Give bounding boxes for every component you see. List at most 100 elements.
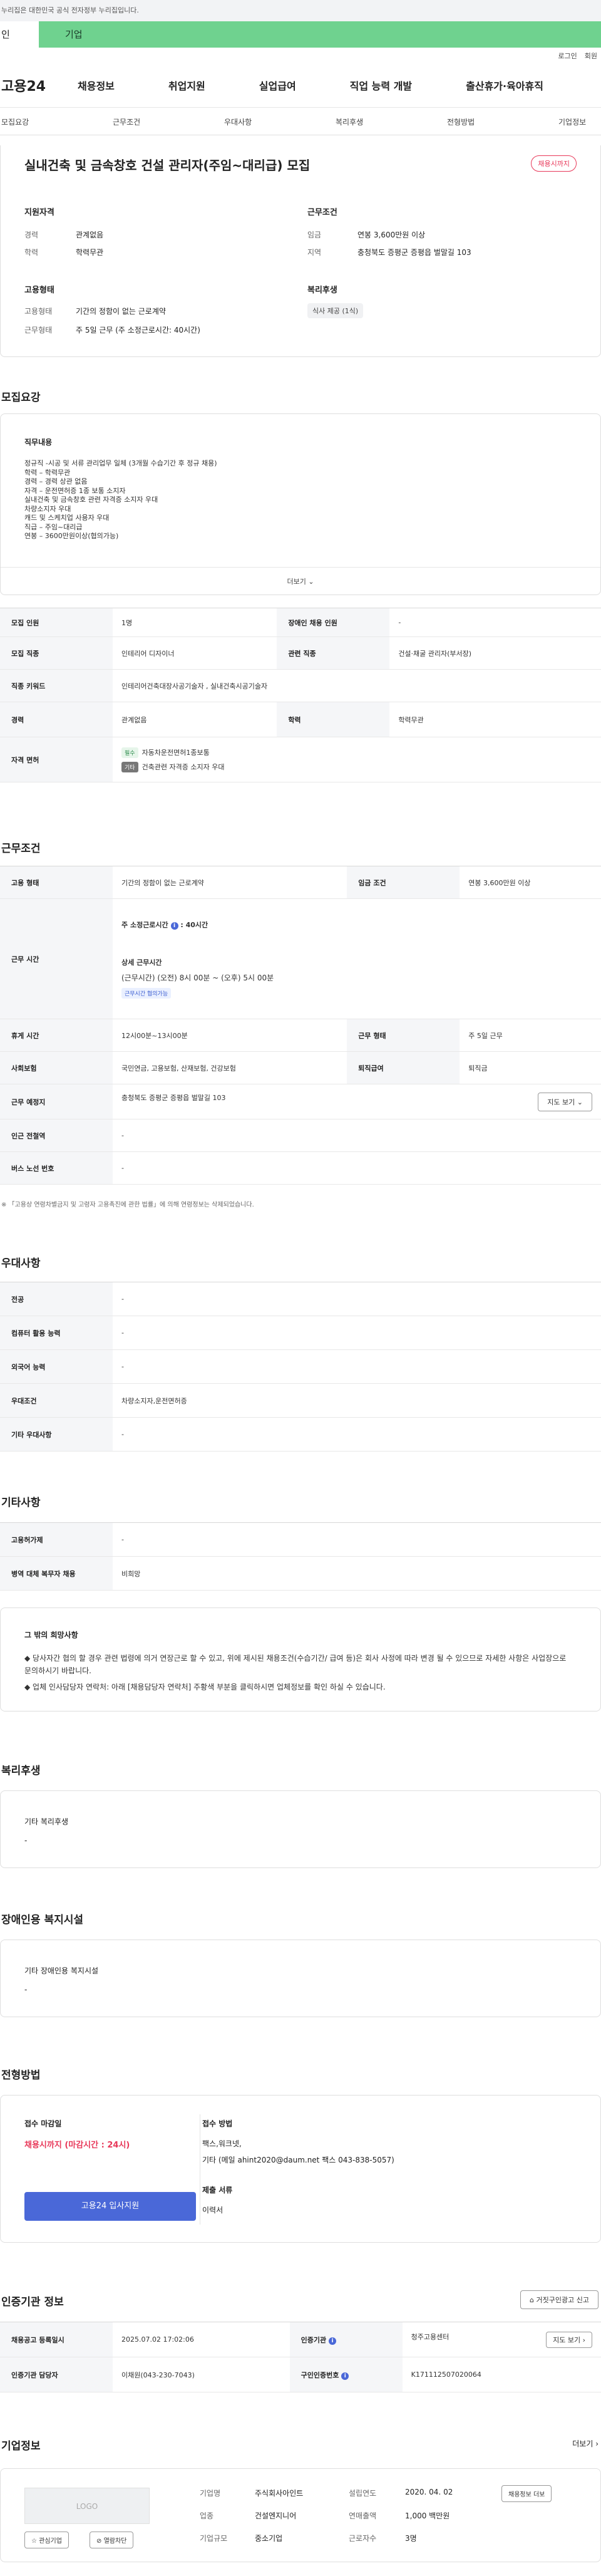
company-more-link[interactable]: 더보기 ›: [572, 2438, 598, 2449]
table-row: 외국어 능력 -: [0, 1349, 601, 1384]
row-label: 버스 노선 번호: [0, 1151, 113, 1185]
row-value: 1명: [113, 608, 277, 637]
benefit-label: 기타 복리후생: [24, 1817, 69, 1826]
join-link[interactable]: 회원: [585, 52, 597, 60]
row-label: 기타 우대사항: [0, 1417, 113, 1452]
row-value: 퇴직금: [460, 1051, 601, 1084]
map-button[interactable]: 지도 보기 ⌄: [538, 1092, 592, 1111]
emptype-value: 기간의 정함이 없는 근로계약: [76, 307, 166, 316]
job-title: 실내건축 및 금속창호 건설 관리자(주임~대리급) 모집: [24, 158, 311, 173]
site-logo[interactable]: 고용24: [0, 75, 78, 95]
row-label: 채용공고 등록일시: [0, 2322, 113, 2357]
login-link[interactable]: 로그인: [558, 52, 577, 60]
info-icon[interactable]: i: [329, 2337, 336, 2345]
row-value: 인테리어 디자이너: [113, 636, 277, 670]
row-value: 학력무관: [389, 702, 601, 737]
info-icon[interactable]: i: [170, 922, 178, 930]
agency-map-label: 지도 보기: [553, 2335, 581, 2344]
table-row: 근무 시간 주 소정근로시간 i : 40시간 상세 근무시간 (근무시간) (…: [0, 898, 601, 1019]
sales-value: 1,000 백만원: [405, 2511, 450, 2520]
docs-value: 이력서: [202, 2206, 223, 2215]
tab-preference[interactable]: 우대사항: [224, 117, 252, 127]
benefit-value: -: [24, 1836, 28, 1845]
row-value: -: [113, 1119, 601, 1152]
license-name: 자동차운전면허1종보통: [141, 748, 210, 757]
global-nav: 고용24 채용정보 취업지원 실업급여 직업 능력 개발 출산휴가·육아휴직: [0, 63, 601, 108]
row-label: 우대조건: [0, 1383, 113, 1418]
gnb-item-employment-support[interactable]: 취업지원: [168, 78, 205, 93]
etc-section: 기타사항: [0, 1493, 601, 1509]
tab-company[interactable]: 기업정보: [558, 117, 586, 127]
report-button[interactable]: ⌂ 거짓구인광고 신고: [520, 2290, 598, 2309]
row-value: -: [113, 1417, 601, 1452]
fav-company-button[interactable]: ☆ 관심기업: [24, 2532, 69, 2548]
tab-work[interactable]: 근무조건: [113, 117, 140, 127]
region-label: 지역: [307, 248, 322, 257]
row-value: -: [113, 1522, 601, 1557]
wish-line: ◆ 당사자간 협의 할 경우 관련 법령에 의거 연장근로 할 수 있고, 위에…: [24, 1654, 567, 1675]
table-row: 사회보험 국민연금, 고용보험, 산재보험, 건강보험 퇴직급여 퇴직금: [0, 1051, 601, 1084]
row-value: 비희망: [113, 1556, 601, 1591]
row-label: 휴게 시간: [0, 1019, 113, 1052]
size-value: 중소기업: [255, 2534, 283, 2543]
apply-button[interactable]: 고용24 입사지원: [24, 2192, 196, 2221]
industry-label: 업종: [200, 2511, 214, 2520]
license-label: 자격 면허: [0, 737, 113, 782]
tab-benefit[interactable]: 복리후생: [336, 117, 363, 127]
gov-notice: 누리집은 대한민국 공식 전자정부 누리집입니다.: [1, 6, 139, 14]
benefit-card: 기타 복리후생 -: [0, 1790, 601, 1868]
work-title: 근무조건: [1, 843, 41, 855]
company-more-label: 더보기: [572, 2439, 593, 2448]
agency-map-button[interactable]: 지도 보기 ›: [546, 2331, 592, 2348]
row-value: 2025.07.02 17:02:06: [113, 2322, 290, 2357]
row-value: K171112507020064: [402, 2357, 601, 2392]
more-label: 더보기: [287, 578, 306, 586]
row-label: 모집 인원: [0, 608, 113, 637]
tab-business[interactable]: 기업: [39, 21, 601, 48]
work-table: 고용 형태 기간의 정함이 없는 근로계약 임금 조건 연봉 3,600만원 이…: [0, 866, 601, 1185]
recruit-desc-card: 직무내용 정규직 -시공 및 서류 관리업무 일체 (3개월 수습기간 후 정규…: [0, 413, 601, 595]
row-value: 충청북도 증평군 증평읍 벌말길 103: [121, 1093, 226, 1102]
wage-value: 연봉 3,600만원 이상: [357, 231, 426, 239]
method-label: 접수 방법: [202, 2119, 233, 2128]
row-value: 차량소지자,운전면허증: [113, 1383, 601, 1418]
tab-recruit[interactable]: 모집요강: [1, 117, 29, 127]
pref-section: 우대사항: [0, 1254, 601, 1270]
row-label: 근무 시간: [0, 898, 113, 1019]
table-row: 근무 예정지 충청북도 증평군 증평읍 벌말길 103 지도 보기 ⌄: [0, 1084, 601, 1119]
row-label: 장애인 채용 인원: [277, 608, 390, 637]
gnb-item-parental-leave[interactable]: 출산휴가·육아휴직: [466, 78, 543, 93]
founded-value: 2020. 04. 02: [405, 2488, 453, 2496]
row-value: 건설·채굴 관리자(부서장): [389, 636, 601, 670]
chevron-down-icon: ⌄: [308, 578, 314, 586]
disabled-value: -: [24, 1985, 28, 1994]
career-value: 관계없음: [76, 231, 104, 239]
row-label: 컴퓨터 활용 능력: [0, 1316, 113, 1350]
table-row: 모집 인원 1명 장애인 채용 인원 -: [0, 608, 601, 637]
gnb-item-skills[interactable]: 직업 능력 개발: [350, 78, 412, 93]
cert-table: 채용공고 등록일시 2025.07.02 17:02:06 인증기관 i 청주고…: [0, 2322, 601, 2392]
hours-detail-label: 상세 근무시간: [121, 958, 162, 967]
weekly-hours-label: 주 소정근로시간: [121, 920, 168, 929]
info-icon[interactable]: i: [341, 2372, 349, 2380]
chevron-right-icon: ›: [582, 2335, 585, 2344]
benefit-title: 복리후생: [1, 1765, 41, 1777]
row-label: 근무 예정지: [0, 1084, 113, 1119]
size-label: 기업규모: [200, 2534, 228, 2543]
more-button[interactable]: 더보기 ⌄: [1, 567, 600, 595]
util-menu: 로그인 회원: [0, 50, 601, 63]
hours-detail: (근무시간) (오전) 8시 00분 ~ (오후) 5시 00분: [121, 973, 274, 982]
table-row: 자격 면허 필수 자동차운전면허1종보통 기타 건축관련 자격증 소지자 우대: [0, 737, 601, 782]
row-label: 임금 조건: [347, 866, 460, 899]
table-row: 컴퓨터 활용 능력 -: [0, 1316, 601, 1350]
company-jobs-button[interactable]: 채용정보 더보: [501, 2485, 552, 2502]
block-button[interactable]: ⊘ 열람차단: [90, 2532, 134, 2548]
gnb-item-jobs[interactable]: 채용정보: [78, 78, 115, 93]
gnb-item-unemployment-benefit[interactable]: 실업급여: [259, 78, 296, 93]
welfare-chip: 식사 제공 (1식): [307, 303, 364, 318]
disabled-label: 기타 장애인용 복지시설: [24, 1966, 99, 1975]
wish-title: 그 밖의 희망사항: [24, 1631, 78, 1639]
tab-individual[interactable]: 인: [0, 21, 39, 48]
tab-selection[interactable]: 전형방법: [447, 117, 475, 127]
company-card: LOGO ☆ 관심기업 ⊘ 열람차단 기업명 주식회사아인트 업종 건설엔지니어…: [0, 2468, 601, 2562]
